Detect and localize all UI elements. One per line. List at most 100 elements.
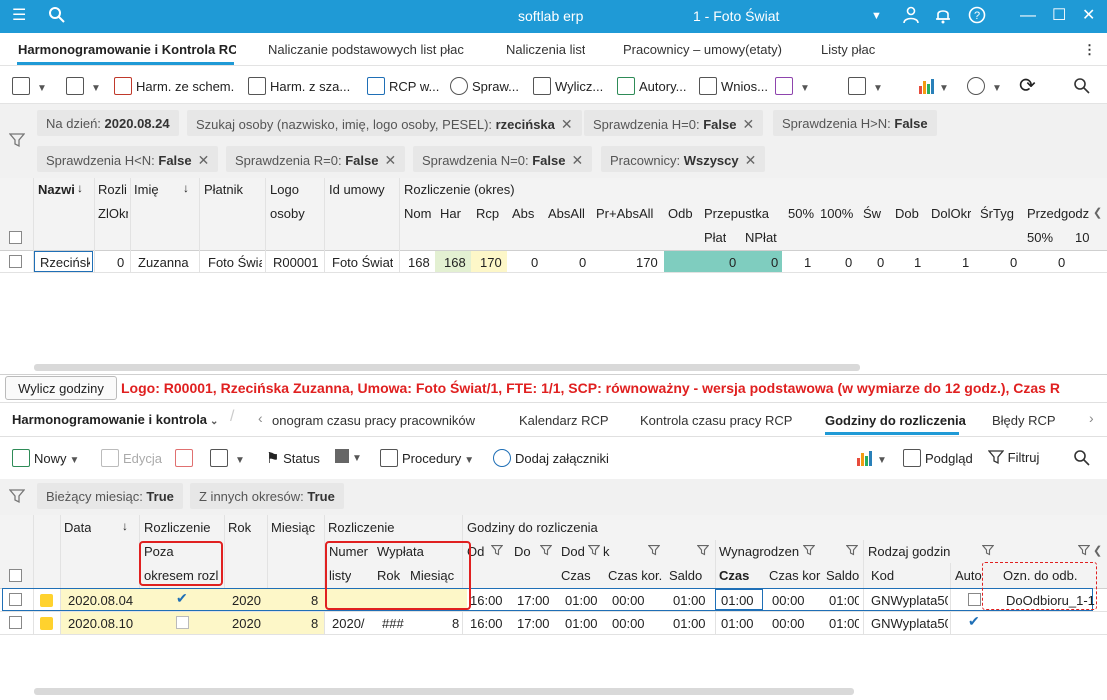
cell-nazwisko[interactable]: Rzeciński — [40, 255, 90, 270]
edycja-button[interactable]: Edycja — [101, 449, 162, 467]
chevron-down-icon[interactable]: ▼ — [871, 6, 882, 26]
col-saldo[interactable]: Saldo — [669, 568, 702, 583]
close-icon[interactable]: ✕ — [745, 152, 757, 168]
maximize-icon[interactable]: ☐ — [1052, 6, 1066, 26]
chart-button-2[interactable]: ▼ — [856, 449, 887, 467]
tab-godziny-do-rozliczenia[interactable]: Godziny do rozliczenia — [825, 413, 966, 428]
col-zlokr[interactable]: ZlOkr — [98, 206, 128, 221]
tab-harmonogramowanie[interactable]: Harmonogramowanie i Kontrola RCP — [18, 42, 236, 57]
poza-checkbox[interactable] — [176, 616, 189, 629]
sort-icon[interactable]: ↓ — [122, 519, 128, 533]
chevron-right-icon[interactable]: › — [1089, 410, 1094, 426]
col-nazwisko[interactable]: Nazwi — [38, 182, 74, 197]
settings-doc-button[interactable]: ▼ — [66, 77, 101, 95]
col-nom[interactable]: Nom — [404, 206, 431, 221]
horizontal-scrollbar[interactable] — [34, 364, 860, 371]
close-icon[interactable]: ✕ — [571, 152, 583, 168]
chip-sprawdzenia-hgn[interactable]: Sprawdzenia H>N: False — [773, 110, 937, 136]
column-filter-icon[interactable] — [588, 544, 600, 556]
close-icon[interactable]: ✕ — [561, 116, 573, 132]
col-auto[interactable]: Auto — [955, 568, 985, 583]
chip-szukaj-osoby[interactable]: Szukaj osoby (nazwisko, imię, logo osoby… — [187, 110, 582, 136]
select-all-checkbox[interactable] — [9, 231, 22, 244]
close-icon[interactable]: ✕ — [1082, 6, 1095, 26]
chip-sprawdzenia-n0[interactable]: Sprawdzenia N=0: False ✕ — [413, 146, 593, 172]
tab-kontrola-czasu[interactable]: Kontrola czasu pracy RCP — [640, 413, 792, 428]
col-rozli[interactable]: Rozli — [98, 182, 128, 197]
chart-button[interactable]: ▼ — [918, 77, 949, 95]
chip-pracownicy[interactable]: Pracownicy: Wszyscy ✕ — [601, 146, 766, 172]
col-odb[interactable]: Odb — [668, 206, 693, 221]
col-przedgodz-10[interactable]: 10 — [1075, 230, 1089, 245]
company-selector[interactable]: 1 - Foto Świat — [693, 8, 779, 24]
tab-pracownicy-umowy[interactable]: Pracownicy – umowy(etaty) — [623, 42, 782, 57]
col-miesiac[interactable]: Miesiąc — [271, 520, 315, 535]
search-icon[interactable] — [48, 6, 66, 30]
close-icon[interactable]: ✕ — [198, 152, 210, 168]
tab-naliczanie-podstawowych[interactable]: Naliczanie podstawowych list płac — [268, 42, 474, 57]
row-checkbox[interactable] — [9, 593, 22, 606]
filtruj-button[interactable]: Filtruj — [987, 449, 1039, 465]
spraw-button[interactable]: Spraw... — [450, 77, 519, 95]
col-k[interactable]: k — [603, 544, 610, 559]
column-filter-icon[interactable] — [982, 544, 994, 556]
col-logo[interactable]: Logo — [270, 182, 299, 197]
col-dob[interactable]: Dob — [895, 206, 919, 221]
col-wyn-czas-kor[interactable]: Czas kor — [769, 568, 821, 583]
search-toolbar-button[interactable] — [1073, 77, 1091, 98]
print-button[interactable]: ▼ — [12, 77, 47, 95]
refresh-icon[interactable]: ⟳ — [1019, 73, 1036, 98]
col-dolokr[interactable]: DolOkr — [931, 206, 971, 221]
column-filter-icon[interactable] — [540, 544, 552, 556]
chip-na-dzien[interactable]: Na dzień: 2020.08.24 — [37, 110, 179, 136]
module-dropdown[interactable]: Harmonogramowanie i kontrola ⌄ — [12, 412, 218, 427]
wylicz-godziny-button[interactable]: Wylicz godziny — [5, 376, 117, 400]
col-dod[interactable]: Dod — [561, 544, 585, 559]
chip-sprawdzenia-h0[interactable]: Sprawdzenia H=0: False ✕ — [584, 110, 764, 136]
help-icon[interactable]: ? — [968, 6, 986, 30]
col-imie[interactable]: Imię — [134, 182, 159, 197]
col-srtyg[interactable]: ŚrTyg — [980, 206, 1014, 221]
col-kod[interactable]: Kod — [871, 568, 894, 583]
col-absall[interactable]: AbsAll — [548, 206, 585, 221]
col-wyn-saldo[interactable]: Saldo — [826, 568, 859, 583]
autory-button[interactable]: Autory... — [617, 77, 686, 95]
col-sw[interactable]: Św — [863, 206, 881, 221]
column-filter-icon[interactable] — [803, 544, 815, 556]
chip-biezacy-miesiac[interactable]: Bieżący miesiąc: True — [37, 483, 183, 509]
search-toolbar-button-2[interactable] — [1073, 449, 1091, 470]
column-filter-icon[interactable] — [491, 544, 503, 556]
col-har[interactable]: Har — [440, 206, 461, 221]
more-vertical-icon[interactable]: ⋮ — [1083, 42, 1096, 58]
chevron-left-icon[interactable]: ‹ — [258, 410, 263, 426]
col-przedgodz-50[interactable]: 50% — [1027, 230, 1053, 245]
tab-bledy-rcp[interactable]: Błędy RCP — [992, 413, 1056, 428]
chip-sprawdzenia-hln[interactable]: Sprawdzenia H<N: False ✕ — [37, 146, 219, 172]
wnios-button[interactable]: Wnios... — [699, 77, 768, 95]
col-data[interactable]: Data — [64, 520, 91, 535]
status-button[interactable]: ⚑ Status — [266, 449, 320, 467]
sort-icon[interactable]: ↓ — [77, 181, 83, 195]
horizontal-scrollbar-2[interactable] — [34, 688, 854, 695]
col-abs[interactable]: Abs — [512, 206, 534, 221]
tab-listy-plac[interactable]: Listy płac — [821, 42, 875, 57]
col-plat[interactable]: Płat — [704, 230, 726, 245]
nowy-button[interactable]: Nowy ▼ — [12, 449, 79, 467]
col-prabsall[interactable]: Pr+AbsAll — [596, 206, 653, 221]
auto-checkbox[interactable] — [968, 593, 981, 606]
select-all-checkbox-2[interactable] — [9, 569, 22, 582]
wylicz-button[interactable]: Wylicz... — [533, 77, 603, 95]
minimize-icon[interactable]: — — [1020, 6, 1036, 26]
filter-off-button[interactable]: ▼ — [775, 77, 810, 95]
row-checkbox[interactable] — [9, 616, 22, 629]
col-id-umowy[interactable]: Id umowy — [329, 182, 385, 197]
row-checkbox[interactable] — [9, 255, 22, 268]
chip-z-innych-okresow[interactable]: Z innych okresów: True — [190, 483, 344, 509]
col-wyn-czas[interactable]: Czas — [719, 568, 749, 583]
chip-sprawdzenia-r0[interactable]: Sprawdzenia R=0: False ✕ — [226, 146, 406, 172]
procedury-button[interactable]: Procedury ▼ — [380, 449, 474, 467]
sort-icon[interactable]: ↓ — [183, 181, 189, 195]
chevron-left-icon[interactable]: ❮ — [1093, 544, 1102, 557]
tab-harmonogram-czasu[interactable]: onogram czasu pracy pracowników — [272, 413, 475, 428]
col-rcp[interactable]: Rcp — [476, 206, 499, 221]
